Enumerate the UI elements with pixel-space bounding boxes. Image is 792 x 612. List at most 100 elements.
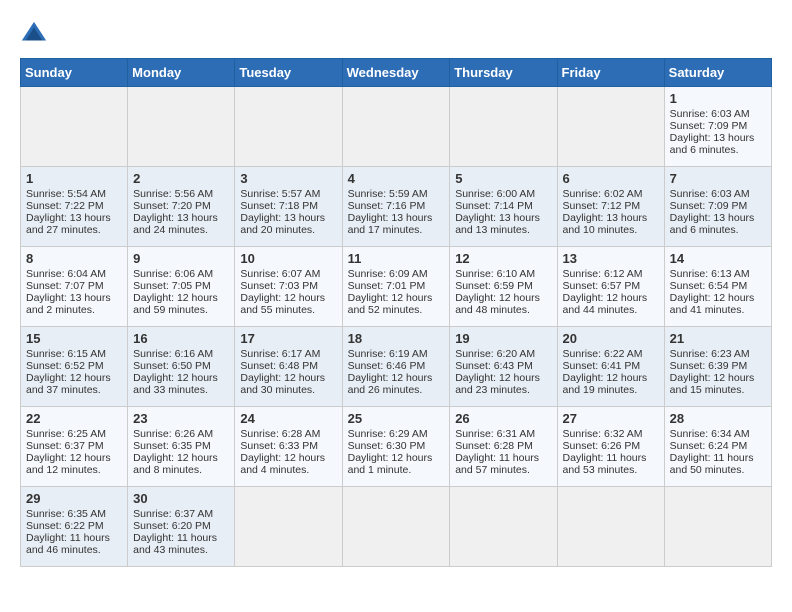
calendar-cell: 17Sunrise: 6:17 AMSunset: 6:48 PMDayligh… bbox=[235, 327, 342, 407]
calendar-cell: 2Sunrise: 5:56 AMSunset: 7:20 PMDaylight… bbox=[128, 167, 235, 247]
daylight: Daylight: 12 hours and 33 minutes. bbox=[133, 372, 218, 396]
daylight: Daylight: 13 hours and 6 minutes. bbox=[670, 212, 755, 236]
daylight: Daylight: 12 hours and 44 minutes. bbox=[563, 292, 648, 316]
sunset: Sunset: 6:43 PM bbox=[455, 360, 533, 372]
calendar-cell: 20Sunrise: 6:22 AMSunset: 6:41 PMDayligh… bbox=[557, 327, 664, 407]
day-number: 30 bbox=[133, 491, 229, 506]
calendar-cell: 13Sunrise: 6:12 AMSunset: 6:57 PMDayligh… bbox=[557, 247, 664, 327]
sunrise: Sunrise: 6:34 AM bbox=[670, 428, 750, 440]
calendar-cell: 8Sunrise: 6:04 AMSunset: 7:07 PMDaylight… bbox=[21, 247, 128, 327]
calendar-cell: 15Sunrise: 6:15 AMSunset: 6:52 PMDayligh… bbox=[21, 327, 128, 407]
daylight: Daylight: 12 hours and 30 minutes. bbox=[240, 372, 325, 396]
calendar-cell: 7Sunrise: 6:03 AMSunset: 7:09 PMDaylight… bbox=[664, 167, 771, 247]
day-number: 5 bbox=[455, 171, 551, 186]
calendar-cell: 11Sunrise: 6:09 AMSunset: 7:01 PMDayligh… bbox=[342, 247, 450, 327]
calendar-cell: 22Sunrise: 6:25 AMSunset: 6:37 PMDayligh… bbox=[21, 407, 128, 487]
calendar-week-row: 8Sunrise: 6:04 AMSunset: 7:07 PMDaylight… bbox=[21, 247, 772, 327]
calendar-cell: 18Sunrise: 6:19 AMSunset: 6:46 PMDayligh… bbox=[342, 327, 450, 407]
calendar-cell: 24Sunrise: 6:28 AMSunset: 6:33 PMDayligh… bbox=[235, 407, 342, 487]
day-number: 23 bbox=[133, 411, 229, 426]
sunset: Sunset: 7:07 PM bbox=[26, 280, 104, 292]
calendar-cell: 29Sunrise: 6:35 AMSunset: 6:22 PMDayligh… bbox=[21, 487, 128, 567]
sunrise: Sunrise: 6:17 AM bbox=[240, 348, 320, 360]
day-number: 3 bbox=[240, 171, 336, 186]
day-number: 14 bbox=[670, 251, 766, 266]
sunrise: Sunrise: 6:07 AM bbox=[240, 268, 320, 280]
sunrise: Sunrise: 6:09 AM bbox=[348, 268, 428, 280]
sunset: Sunset: 6:52 PM bbox=[26, 360, 104, 372]
daylight: Daylight: 12 hours and 48 minutes. bbox=[455, 292, 540, 316]
calendar-cell: 1Sunrise: 6:03 AMSunset: 7:09 PMDaylight… bbox=[664, 87, 771, 167]
sunset: Sunset: 7:09 PM bbox=[670, 200, 748, 212]
daylight: Daylight: 11 hours and 53 minutes. bbox=[563, 452, 647, 476]
calendar-cell: 23Sunrise: 6:26 AMSunset: 6:35 PMDayligh… bbox=[128, 407, 235, 487]
day-number: 28 bbox=[670, 411, 766, 426]
sunrise: Sunrise: 6:26 AM bbox=[133, 428, 213, 440]
calendar-cell bbox=[235, 87, 342, 167]
sunrise: Sunrise: 5:56 AM bbox=[133, 188, 213, 200]
day-number: 16 bbox=[133, 331, 229, 346]
day-number: 20 bbox=[563, 331, 659, 346]
daylight: Daylight: 12 hours and 23 minutes. bbox=[455, 372, 540, 396]
calendar-week-row: 1Sunrise: 5:54 AMSunset: 7:22 PMDaylight… bbox=[21, 167, 772, 247]
daylight: Daylight: 13 hours and 20 minutes. bbox=[240, 212, 325, 236]
sunrise: Sunrise: 6:22 AM bbox=[563, 348, 643, 360]
sunrise: Sunrise: 6:00 AM bbox=[455, 188, 535, 200]
sunrise: Sunrise: 6:03 AM bbox=[670, 188, 750, 200]
daylight: Daylight: 12 hours and 19 minutes. bbox=[563, 372, 648, 396]
header-wednesday: Wednesday bbox=[342, 59, 450, 87]
calendar-cell bbox=[557, 87, 664, 167]
calendar-cell: 16Sunrise: 6:16 AMSunset: 6:50 PMDayligh… bbox=[128, 327, 235, 407]
calendar-cell: 1Sunrise: 5:54 AMSunset: 7:22 PMDaylight… bbox=[21, 167, 128, 247]
sunset: Sunset: 6:37 PM bbox=[26, 440, 104, 452]
sunrise: Sunrise: 6:02 AM bbox=[563, 188, 643, 200]
sunset: Sunset: 7:20 PM bbox=[133, 200, 211, 212]
day-number: 24 bbox=[240, 411, 336, 426]
daylight: Daylight: 11 hours and 50 minutes. bbox=[670, 452, 754, 476]
sunset: Sunset: 6:46 PM bbox=[348, 360, 426, 372]
day-number: 29 bbox=[26, 491, 122, 506]
calendar-cell: 30Sunrise: 6:37 AMSunset: 6:20 PMDayligh… bbox=[128, 487, 235, 567]
day-number: 10 bbox=[240, 251, 336, 266]
sunrise: Sunrise: 6:03 AM bbox=[670, 108, 750, 120]
sunrise: Sunrise: 6:23 AM bbox=[670, 348, 750, 360]
sunset: Sunset: 6:33 PM bbox=[240, 440, 318, 452]
daylight: Daylight: 11 hours and 57 minutes. bbox=[455, 452, 539, 476]
calendar-cell: 4Sunrise: 5:59 AMSunset: 7:16 PMDaylight… bbox=[342, 167, 450, 247]
calendar-cell: 5Sunrise: 6:00 AMSunset: 7:14 PMDaylight… bbox=[450, 167, 557, 247]
sunrise: Sunrise: 6:37 AM bbox=[133, 508, 213, 520]
sunrise: Sunrise: 6:04 AM bbox=[26, 268, 106, 280]
logo bbox=[20, 20, 50, 48]
sunset: Sunset: 6:22 PM bbox=[26, 520, 104, 532]
daylight: Daylight: 12 hours and 12 minutes. bbox=[26, 452, 111, 476]
calendar-cell bbox=[21, 87, 128, 167]
header-saturday: Saturday bbox=[664, 59, 771, 87]
sunset: Sunset: 6:59 PM bbox=[455, 280, 533, 292]
calendar-week-row: 1Sunrise: 6:03 AMSunset: 7:09 PMDaylight… bbox=[21, 87, 772, 167]
daylight: Daylight: 12 hours and 1 minute. bbox=[348, 452, 433, 476]
sunset: Sunset: 7:14 PM bbox=[455, 200, 533, 212]
sunrise: Sunrise: 6:29 AM bbox=[348, 428, 428, 440]
calendar-cell: 19Sunrise: 6:20 AMSunset: 6:43 PMDayligh… bbox=[450, 327, 557, 407]
sunset: Sunset: 6:30 PM bbox=[348, 440, 426, 452]
day-number: 19 bbox=[455, 331, 551, 346]
daylight: Daylight: 12 hours and 55 minutes. bbox=[240, 292, 325, 316]
sunrise: Sunrise: 5:57 AM bbox=[240, 188, 320, 200]
sunrise: Sunrise: 6:32 AM bbox=[563, 428, 643, 440]
header-sunday: Sunday bbox=[21, 59, 128, 87]
daylight: Daylight: 13 hours and 17 minutes. bbox=[348, 212, 433, 236]
day-number: 12 bbox=[455, 251, 551, 266]
sunset: Sunset: 6:50 PM bbox=[133, 360, 211, 372]
sunrise: Sunrise: 6:12 AM bbox=[563, 268, 643, 280]
sunrise: Sunrise: 6:28 AM bbox=[240, 428, 320, 440]
daylight: Daylight: 12 hours and 15 minutes. bbox=[670, 372, 755, 396]
sunset: Sunset: 7:09 PM bbox=[670, 120, 748, 132]
sunset: Sunset: 7:18 PM bbox=[240, 200, 318, 212]
day-number: 17 bbox=[240, 331, 336, 346]
calendar-table: SundayMondayTuesdayWednesdayThursdayFrid… bbox=[20, 58, 772, 567]
day-number: 9 bbox=[133, 251, 229, 266]
daylight: Daylight: 13 hours and 24 minutes. bbox=[133, 212, 218, 236]
calendar-cell bbox=[450, 487, 557, 567]
sunset: Sunset: 6:28 PM bbox=[455, 440, 533, 452]
day-number: 1 bbox=[670, 91, 766, 106]
